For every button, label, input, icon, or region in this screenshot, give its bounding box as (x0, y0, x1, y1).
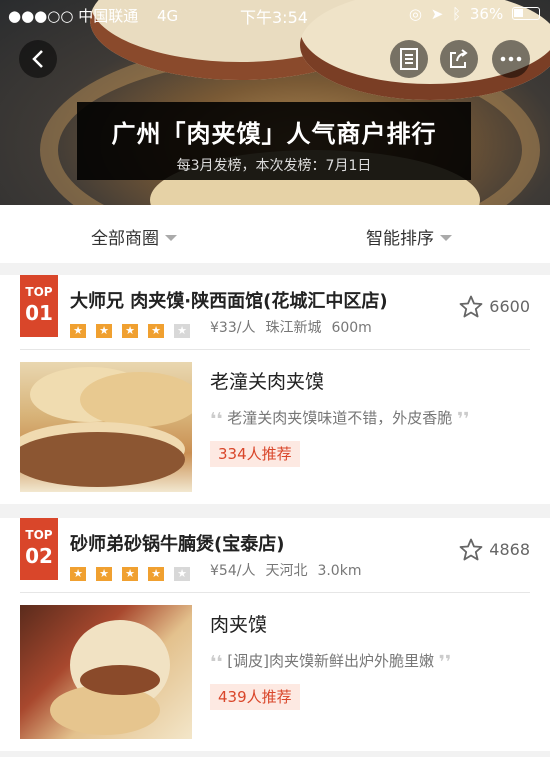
review-text: [调皮]肉夹馍新鲜出炉外脆里嫩 (227, 652, 434, 670)
header-banner: ●●●○○ 中国联通 4G 下午3:54 ◎ ➤ ᛒ 36% 广州「肉夹馍」人气… (0, 0, 550, 205)
quote-open-icon: ❛❛ (210, 652, 223, 673)
share-button[interactable] (440, 40, 478, 78)
review-snippet: ❛❛ 老潼关肉夹馍味道不错，外皮香脆 ❜❜ (210, 407, 470, 430)
rank-badge: TOP 01 (20, 275, 58, 337)
status-left: ●●●○○ 中国联通 4G (8, 5, 178, 26)
district: 天河北 (265, 563, 308, 579)
status-time: 下午3:54 (240, 8, 308, 27)
shop-name[interactable]: 砂师弟砂锅牛腩煲(宝泰店) (70, 530, 284, 556)
sort-filter-dropdown[interactable]: 智能排序 (366, 224, 452, 249)
star-empty-icon: ★ (174, 567, 190, 581)
rating-stars: ★ ★ ★ ★ ★ (70, 322, 200, 338)
divider (20, 592, 530, 593)
star-outline-icon (459, 538, 483, 561)
shop-card[interactable]: TOP 02 砂师弟砂锅牛腩煲(宝泰店) ★ ★ ★ ★ ★ ¥54/人 天河北 3.0km … (0, 518, 550, 751)
star-filled-icon: ★ (122, 324, 138, 338)
star-filled-icon: ★ (122, 567, 138, 581)
dish-name[interactable]: 老潼关肉夹馍 (210, 367, 324, 394)
title-box: 广州「肉夹馍」人气商户排行 每3月发榜，本次发榜：7月1日 (77, 102, 471, 180)
favorite-button[interactable]: 6600 (459, 295, 530, 318)
quote-open-icon: ❛❛ (210, 409, 223, 430)
favorite-count: 6600 (489, 297, 530, 316)
district: 珠江新城 (265, 320, 322, 336)
distance: 3.0km (317, 563, 362, 579)
divider (20, 349, 530, 350)
shop-meta: ★ ★ ★ ★ ★ ¥54/人 天河北 3.0km (70, 560, 371, 581)
star-outline-icon (459, 295, 483, 318)
star-filled-icon: ★ (70, 324, 86, 338)
status-bar: ●●●○○ 中国联通 4G 下午3:54 ◎ ➤ ᛒ 36% (0, 0, 550, 28)
sort-filter-label: 智能排序 (366, 229, 434, 249)
shop-name[interactable]: 大师兄 肉夹馍·陕西面馆(花城汇中区店) (70, 287, 388, 313)
chevron-left-icon (32, 50, 43, 68)
rank-badge: TOP 02 (20, 518, 58, 580)
dish-image-shape (20, 432, 185, 487)
star-filled-icon: ★ (70, 567, 86, 581)
battery-icon (512, 7, 540, 20)
rank-number: 01 (25, 301, 53, 325)
area-filter-dropdown[interactable]: 全部商圈 (91, 224, 177, 249)
caret-down-icon (440, 235, 452, 241)
dish-image-shape (80, 372, 192, 427)
battery-label: 36% (469, 5, 504, 23)
list-icon (400, 48, 418, 70)
share-icon (450, 49, 468, 68)
price-per-person: ¥33/人 (210, 320, 256, 336)
shop-meta: ★ ★ ★ ★ ★ ¥33/人 珠江新城 600m (70, 317, 382, 338)
lock-rotation-icon: ◎ (408, 5, 422, 23)
dish-image[interactable] (20, 362, 192, 492)
star-empty-icon: ★ (174, 324, 190, 338)
status-right: ◎ ➤ ᛒ 36% (409, 5, 540, 23)
quote-close-icon: ❜❜ (457, 409, 470, 430)
recommend-badge: 334人推荐 (210, 441, 300, 467)
more-button[interactable] (492, 40, 530, 78)
more-icon (500, 56, 522, 62)
filter-bar: 全部商圈 智能排序 (0, 205, 550, 263)
review-snippet: ❛❛ [调皮]肉夹馍新鲜出炉外脆里嫩 ❜❜ (210, 650, 451, 673)
favorite-button[interactable]: 4868 (459, 538, 530, 561)
recommend-badge: 439人推荐 (210, 684, 300, 710)
rank-number: 02 (25, 544, 53, 568)
area-filter-label: 全部商圈 (91, 229, 159, 249)
star-filled-icon: ★ (148, 567, 164, 581)
rank-label: TOP (25, 528, 53, 542)
rank-label: TOP (25, 285, 53, 299)
caret-down-icon (165, 235, 177, 241)
bluetooth-icon: ᛒ (452, 5, 462, 23)
star-filled-icon: ★ (96, 567, 112, 581)
network-label: 4G (157, 7, 179, 25)
star-filled-icon: ★ (96, 324, 112, 338)
page-subtitle: 每3月发榜，本次发榜：7月1日 (176, 158, 372, 174)
carrier-label: ●●●○○ 中国联通 (8, 7, 139, 25)
shop-card[interactable]: TOP 01 大师兄 肉夹馍·陕西面馆(花城汇中区店) ★ ★ ★ ★ ★ ¥33/人 珠江… (0, 275, 550, 504)
list-button[interactable] (390, 40, 428, 78)
rating-stars: ★ ★ ★ ★ ★ (70, 565, 200, 581)
dish-name[interactable]: 肉夹馍 (210, 610, 267, 637)
quote-close-icon: ❜❜ (438, 652, 452, 673)
favorite-count: 4868 (489, 540, 530, 559)
price-per-person: ¥54/人 (210, 563, 256, 579)
distance: 600m (331, 320, 372, 336)
dish-image-shape (80, 665, 160, 695)
dish-image[interactable] (20, 605, 192, 739)
location-icon: ➤ (430, 5, 444, 23)
star-filled-icon: ★ (148, 324, 164, 338)
back-button[interactable] (19, 40, 57, 78)
page-title: 广州「肉夹馍」人气商户排行 (111, 120, 437, 148)
review-text: 老潼关肉夹馍味道不错，外皮香脆 (227, 409, 453, 427)
